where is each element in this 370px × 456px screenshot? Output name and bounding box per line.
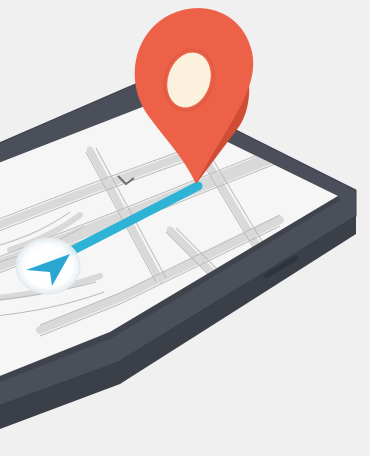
navigation-illustration [0,0,370,456]
current-location [15,237,81,295]
illustration-canvas [0,0,370,456]
